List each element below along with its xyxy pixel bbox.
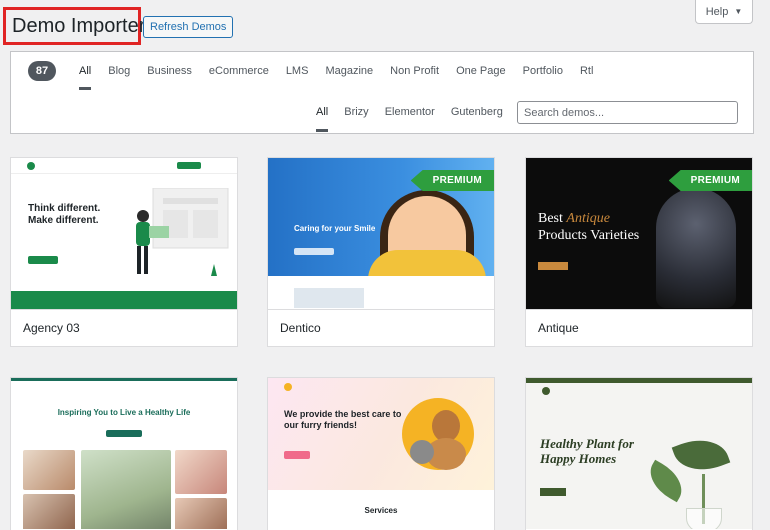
demo-thumbnail[interactable]: Caring for your Smile PREMIUM (268, 158, 494, 309)
category-one-page[interactable]: One Page (456, 65, 506, 77)
page-title: Demo Importer (12, 14, 146, 37)
mini-button (284, 451, 310, 459)
section-heading: Services (364, 506, 398, 515)
category-lms[interactable]: LMS (286, 65, 309, 77)
builder-gutenberg[interactable]: Gutenberg (451, 106, 503, 118)
top-bar (11, 378, 237, 381)
logo-icon (27, 162, 35, 170)
demo-name: Dentico (268, 309, 494, 346)
demo-count-badge: 87 (28, 61, 56, 81)
demo-thumbnail[interactable]: Think different. Make different. (11, 158, 237, 309)
mini-button (294, 248, 334, 255)
demo-card-dentico[interactable]: Caring for your Smile PREMIUM Dentico (267, 157, 495, 347)
builder-elementor[interactable]: Elementor (385, 106, 435, 118)
demo-headline: We provide the best care to our furry fr… (284, 409, 402, 430)
demo-card-antique[interactable]: Best Antique Products Varieties PREMIUM … (525, 157, 753, 347)
mini-button (538, 262, 568, 270)
feature-band (11, 291, 237, 309)
demo-thumbnail[interactable]: Healthy Plant for Happy Homes (526, 378, 752, 529)
category-portfolio[interactable]: Portfolio (523, 65, 563, 77)
demo-thumbnail[interactable]: Inspiring You to Live a Healthy Life (11, 378, 237, 529)
help-label: Help (705, 5, 729, 18)
demo-headline: Caring for your Smile (294, 224, 376, 233)
category-filter-list: All Blog Business eCommerce LMS Magazine… (79, 65, 610, 90)
headline-post: Products Varieties (538, 228, 640, 243)
illustration-icon (136, 188, 229, 276)
dog-icon (410, 410, 466, 470)
mini-button (106, 430, 142, 437)
demo-name: Antique (526, 309, 752, 346)
demo-card-healthy-life[interactable]: Inspiring You to Live a Healthy Life (10, 377, 238, 530)
vase-shape (686, 508, 722, 529)
demo-card-agency-03[interactable]: Think different. Make different. Agency … (10, 157, 238, 347)
category-ecommerce[interactable]: eCommerce (209, 65, 269, 77)
category-business[interactable]: Business (147, 65, 192, 77)
mini-image (294, 288, 364, 308)
leaf-icon (671, 430, 731, 480)
photo (175, 498, 227, 529)
demo-headline: Healthy Plant for Happy Homes (540, 436, 634, 466)
search-demos-input[interactable] (517, 101, 738, 124)
logo-icon (284, 383, 292, 391)
premium-badge: PREMIUM (410, 170, 494, 191)
filter-panel: 87 All Blog Business eCommerce LMS Magaz… (10, 51, 754, 134)
category-rtl[interactable]: Rtl (580, 65, 593, 77)
lower-section (268, 276, 494, 309)
demo-card-plant[interactable]: Healthy Plant for Happy Homes (525, 377, 753, 530)
category-non-profit[interactable]: Non Profit (390, 65, 439, 77)
category-blog[interactable]: Blog (108, 65, 130, 77)
mini-cta (177, 162, 201, 169)
photo (23, 450, 75, 490)
demo-thumbnail[interactable]: We provide the best care to our furry fr… (268, 378, 494, 529)
refresh-demos-button[interactable]: Refresh Demos (143, 16, 234, 38)
statue-shape (656, 188, 736, 308)
demo-thumbnail[interactable]: Best Antique Products Varieties PREMIUM (526, 158, 752, 309)
leaf-icon (642, 459, 690, 503)
help-button[interactable]: Help ▼ (695, 0, 753, 24)
photo (81, 450, 171, 529)
demo-headline: Think different. Make different. (28, 203, 101, 226)
top-bar (526, 378, 752, 383)
demo-headline: Best Antique Products Varieties (538, 210, 639, 244)
mini-button (540, 488, 566, 496)
headline-emphasis: Antique (566, 211, 610, 226)
demo-name: Agency 03 (11, 309, 237, 346)
page-title-highlight: Demo Importer (3, 7, 145, 45)
mini-nav (11, 158, 237, 174)
photo (23, 494, 75, 529)
logo-icon (542, 387, 550, 395)
mini-button (28, 256, 58, 264)
premium-badge: PREMIUM (668, 170, 752, 191)
headline-pre: Best (538, 211, 567, 226)
photo (175, 450, 227, 494)
builder-filter-list: All Brizy Elementor Gutenberg (316, 106, 519, 132)
demo-headline: Inspiring You to Live a Healthy Life (57, 408, 191, 417)
caret-down-icon: ▼ (734, 7, 743, 16)
category-magazine[interactable]: Magazine (325, 65, 373, 77)
category-all[interactable]: All (79, 65, 92, 90)
demo-card-petcare[interactable]: We provide the best care to our furry fr… (267, 377, 495, 530)
builder-brizy[interactable]: Brizy (344, 106, 368, 118)
builder-all[interactable]: All (316, 106, 329, 132)
